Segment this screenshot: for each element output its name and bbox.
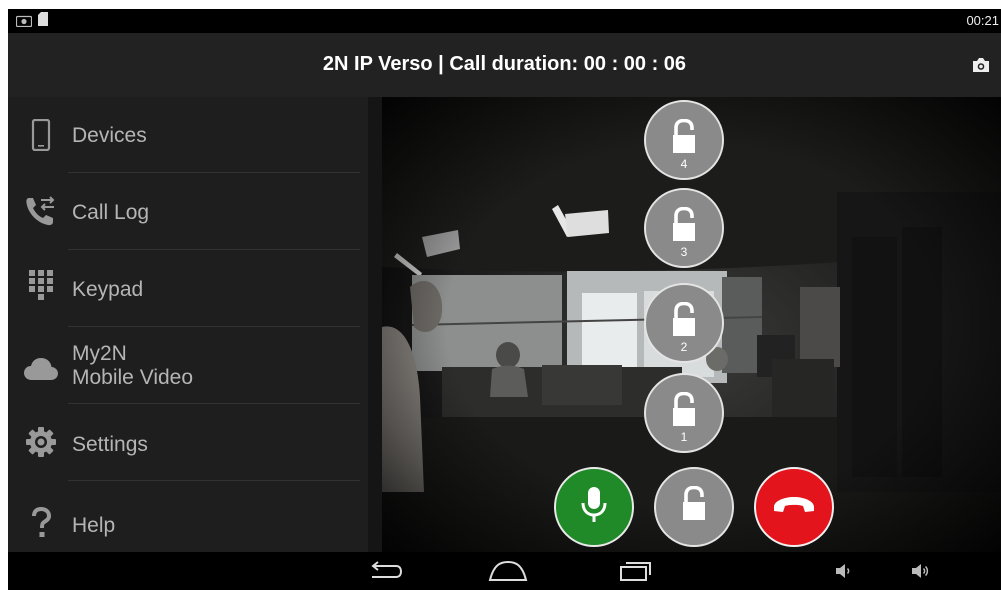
cloud-icon — [24, 352, 58, 386]
unlock-icon — [669, 118, 699, 162]
microphone-button[interactable] — [554, 467, 634, 547]
tablet-screen: 00:21 2N IP Verso | Call duration: 00 : … — [8, 9, 1001, 590]
sidebar-item-my2n[interactable]: My2N Mobile Video — [8, 328, 368, 404]
hang-up-icon — [772, 495, 816, 520]
microphone-icon — [581, 485, 607, 530]
sd-card-icon — [38, 12, 48, 31]
unlock-button-3[interactable]: 3 — [644, 188, 724, 268]
camera-icon[interactable] — [971, 57, 991, 73]
recent-apps-icon[interactable] — [616, 556, 656, 586]
unlock-button-1[interactable]: 1 — [644, 373, 724, 453]
sidebar: Devices Call Log Keypad My2N Mobile Vide… — [8, 97, 382, 552]
phone-device-icon — [24, 118, 58, 152]
gear-icon — [24, 425, 58, 459]
unlock-button-4[interactable]: 4 — [644, 100, 724, 180]
photo-icon — [15, 14, 33, 32]
sidebar-item-keypad[interactable]: Keypad — [8, 251, 368, 327]
title-bar: 2N IP Verso | Call duration: 00 : 00 : 0… — [8, 33, 1001, 97]
divider — [68, 480, 360, 481]
sidebar-item-label: My2N Mobile Video — [72, 342, 194, 389]
lock-number: 4 — [680, 157, 688, 171]
sidebar-item-label: Keypad — [72, 278, 144, 301]
unlock-icon — [669, 301, 699, 345]
video-feed: 4 3 2 1 — [382, 97, 1001, 552]
divider — [68, 172, 360, 173]
divider — [68, 403, 360, 404]
home-icon[interactable] — [488, 556, 528, 586]
unlock-button[interactable] — [654, 467, 734, 547]
call-log-icon — [24, 194, 58, 228]
unlock-button-2[interactable]: 2 — [644, 283, 724, 363]
volume-down-icon[interactable] — [823, 556, 863, 586]
sidebar-item-label: Devices — [72, 124, 147, 147]
volume-up-icon[interactable] — [900, 556, 940, 586]
divider — [68, 326, 360, 327]
clock: 00:21 — [966, 13, 999, 28]
unlock-icon — [669, 391, 699, 435]
page-title: 2N IP Verso | Call duration: 00 : 00 : 0… — [322, 53, 687, 75]
sidebar-item-settings[interactable]: Settings — [8, 405, 368, 481]
sidebar-item-help[interactable]: Help — [8, 482, 368, 558]
status-bar: 00:21 — [8, 9, 1001, 33]
sidebar-item-label: Help — [72, 514, 116, 537]
back-icon[interactable] — [366, 556, 406, 586]
unlock-icon — [679, 485, 709, 529]
keypad-icon — [24, 269, 58, 303]
lock-number: 3 — [680, 245, 688, 259]
system-nav-bar — [8, 552, 1001, 590]
sidebar-edge — [368, 97, 382, 552]
lock-number: 2 — [680, 340, 688, 354]
sidebar-item-label: Call Log — [72, 201, 150, 224]
help-icon — [24, 506, 58, 540]
sidebar-item-devices[interactable]: Devices — [8, 97, 368, 173]
sidebar-item-call-log[interactable]: Call Log — [8, 174, 368, 250]
divider — [68, 249, 360, 250]
lock-number: 1 — [680, 430, 688, 444]
hang-up-button[interactable] — [754, 467, 834, 547]
unlock-icon — [669, 206, 699, 250]
sidebar-item-label: Settings — [72, 433, 148, 456]
